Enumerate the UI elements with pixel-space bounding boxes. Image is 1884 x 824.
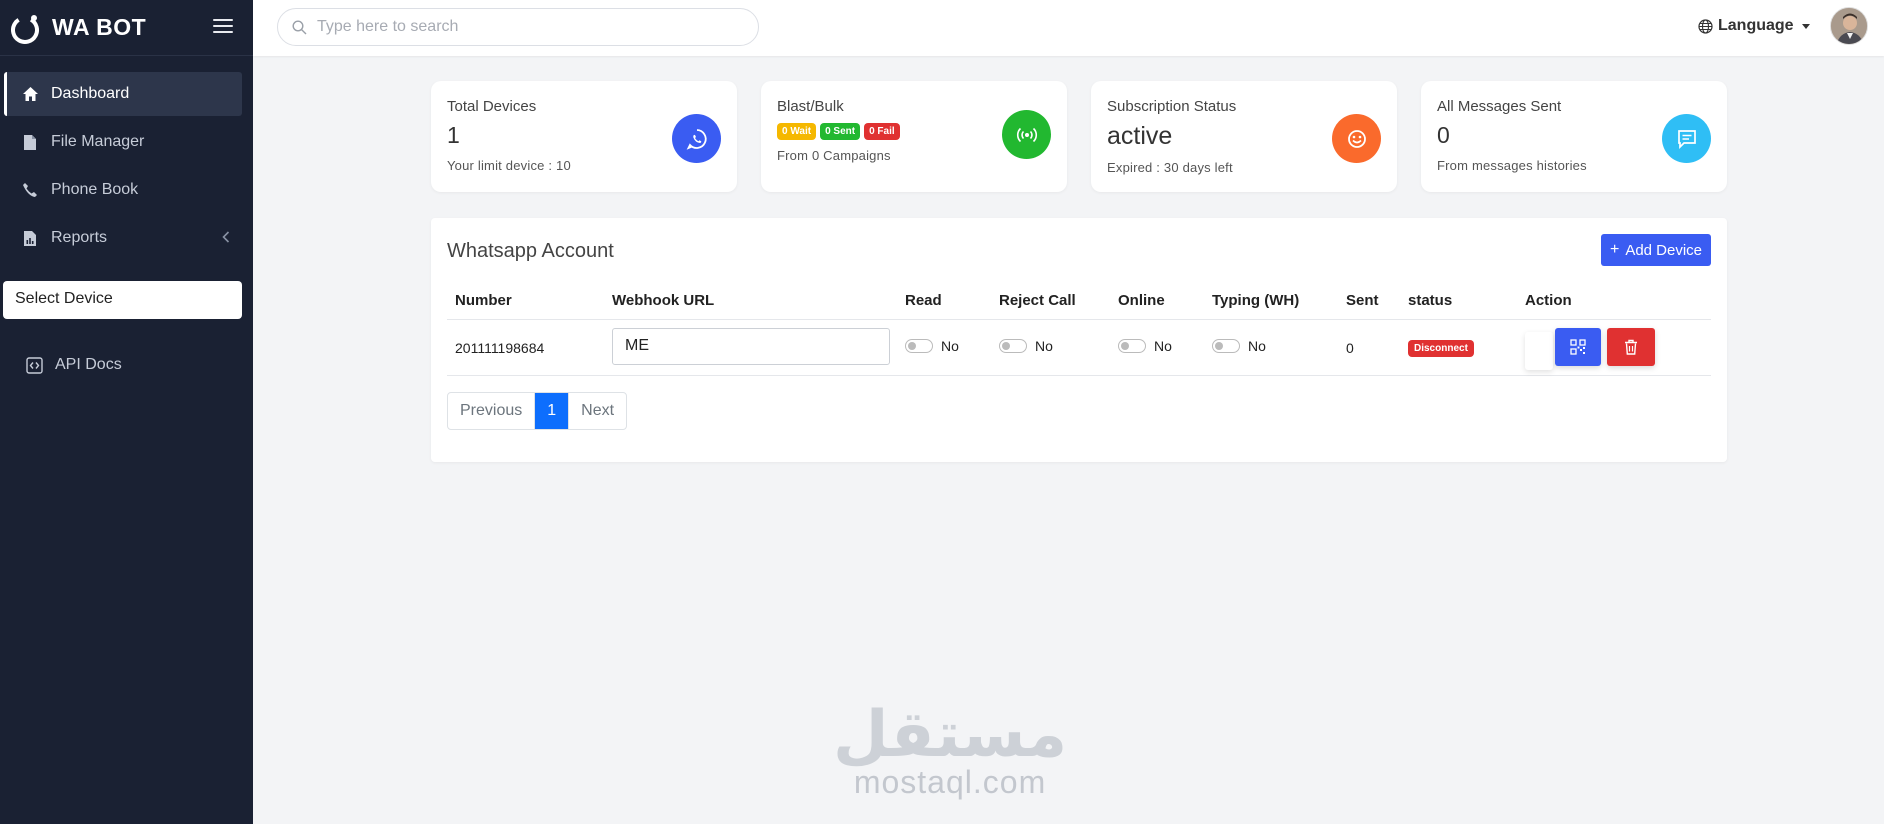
brand-logo-icon	[11, 14, 39, 44]
sent-count: 0	[1346, 340, 1354, 356]
file-icon	[21, 133, 39, 151]
search-icon	[292, 19, 307, 34]
table-row: 201111198684 ME No No No No 0 Disconnect	[447, 320, 1711, 376]
col-number: Number	[455, 292, 512, 309]
card-sub: Your limit device : 10	[447, 158, 571, 173]
webhook-url-input[interactable]: ME	[612, 328, 890, 365]
search-box[interactable]	[277, 8, 759, 46]
badge-sent: 0 Sent	[820, 123, 861, 140]
broadcast-icon	[1002, 110, 1051, 159]
status-badge: Disconnect	[1408, 340, 1474, 357]
watermark-arabic: مستقل	[833, 698, 1068, 772]
caret-down-icon	[1801, 23, 1810, 29]
pagination-next[interactable]: Next	[569, 393, 626, 429]
whatsapp-icon	[672, 114, 721, 163]
col-reject-call: Reject Call	[999, 292, 1076, 309]
online-toggle[interactable]: No	[1118, 338, 1172, 354]
phone-icon	[21, 181, 39, 199]
globe-icon	[1698, 18, 1713, 34]
col-sent: Sent	[1346, 292, 1379, 309]
action-blank-button[interactable]	[1525, 332, 1553, 370]
sidebar-item-reports[interactable]: Reports	[4, 216, 242, 260]
report-icon	[21, 229, 39, 247]
card-all-messages: All Messages Sent 0 From messages histor…	[1421, 81, 1727, 192]
menu-toggle-icon[interactable]	[213, 16, 233, 36]
card-label: All Messages Sent	[1437, 98, 1562, 115]
card-label: Blast/Bulk	[777, 98, 844, 115]
topbar: Language	[253, 0, 1884, 56]
user-avatar[interactable]	[1830, 7, 1868, 45]
card-sub: Expired : 30 days left	[1107, 160, 1233, 175]
reject-call-toggle[interactable]: No	[999, 338, 1053, 354]
sidebar-item-api-docs[interactable]: API Docs	[8, 343, 122, 387]
card-sub: From messages histories	[1437, 158, 1587, 173]
sidebar-nav: Dashboard File Manager Phone Book Report…	[0, 72, 253, 264]
badge-wait: 0 Wait	[777, 123, 817, 140]
device-number: 201111198684	[455, 340, 545, 356]
col-status: status	[1408, 292, 1453, 309]
toggle-switch[interactable]	[1212, 339, 1240, 353]
qrcode-icon	[1570, 339, 1586, 355]
language-label: Language	[1718, 17, 1794, 34]
plus-icon: +	[1609, 241, 1620, 258]
brand-name: WA BOT	[52, 14, 147, 40]
search-input[interactable]	[317, 18, 737, 36]
pagination-page-1[interactable]: 1	[535, 393, 570, 429]
col-typing: Typing (WH)	[1212, 292, 1300, 309]
toggle-label: No	[941, 338, 959, 354]
sidebar: WA BOT Dashboard File Manager Phone Book	[0, 0, 253, 824]
chevron-left-icon	[222, 231, 230, 243]
col-webhook: Webhook URL	[612, 292, 715, 309]
col-online: Online	[1118, 292, 1165, 309]
trash-icon	[1625, 339, 1637, 355]
sidebar-item-label: Phone Book	[51, 181, 139, 198]
badge-fail: 0 Fail	[864, 123, 900, 140]
col-action: Action	[1525, 292, 1572, 309]
whatsapp-account-panel: Whatsapp Account + Add Device Number Web…	[431, 218, 1727, 462]
code-icon	[25, 356, 43, 374]
language-dropdown[interactable]: Language	[1698, 17, 1810, 35]
card-subscription-status: Subscription Status active Expired : 30 …	[1091, 81, 1397, 192]
sidebar-item-phone-book[interactable]: Phone Book	[4, 168, 242, 212]
watermark: مستقل mostaql.com	[833, 700, 1067, 801]
panel-title: Whatsapp Account	[447, 240, 614, 262]
card-total-devices: Total Devices 1 Your limit device : 10	[431, 81, 737, 192]
pagination-previous[interactable]: Previous	[448, 393, 536, 429]
toggle-label: No	[1154, 338, 1172, 354]
message-icon	[1662, 114, 1711, 163]
read-toggle[interactable]: No	[905, 338, 959, 354]
sidebar-item-label: Reports	[51, 229, 108, 246]
toggle-switch[interactable]	[999, 339, 1027, 353]
pagination: Previous 1 Next	[447, 392, 628, 430]
qr-scan-button[interactable]	[1555, 328, 1601, 366]
add-device-button[interactable]: + Add Device	[1601, 234, 1711, 266]
toggle-label: No	[1248, 338, 1266, 354]
sidebar-item-dashboard[interactable]: Dashboard	[4, 72, 242, 116]
sidebar-item-file-manager[interactable]: File Manager	[4, 120, 242, 164]
toggle-label: No	[1035, 338, 1053, 354]
home-icon	[21, 85, 39, 103]
watermark-latin: mostaql.com	[853, 764, 1047, 800]
sidebar-item-label: API Docs	[55, 356, 122, 373]
add-device-label: Add Device	[1625, 241, 1703, 259]
select-device-dropdown[interactable]: Select Device	[3, 281, 242, 319]
smile-icon	[1332, 114, 1381, 163]
table-header: Number Webhook URL Read Reject Call Onli…	[447, 282, 1711, 320]
card-label: Total Devices	[447, 98, 537, 115]
delete-device-button[interactable]	[1607, 328, 1655, 366]
toggle-switch[interactable]	[1118, 339, 1146, 353]
toggle-switch[interactable]	[905, 339, 933, 353]
col-read: Read	[905, 292, 942, 309]
sidebar-item-label: File Manager	[51, 133, 145, 150]
card-label: Subscription Status	[1107, 98, 1237, 115]
typing-toggle[interactable]: No	[1212, 338, 1266, 354]
sidebar-item-label: Dashboard	[51, 85, 130, 102]
card-blast-bulk: Blast/Bulk 0 Wait 0 Sent 0 Fail From 0 C…	[761, 81, 1067, 192]
